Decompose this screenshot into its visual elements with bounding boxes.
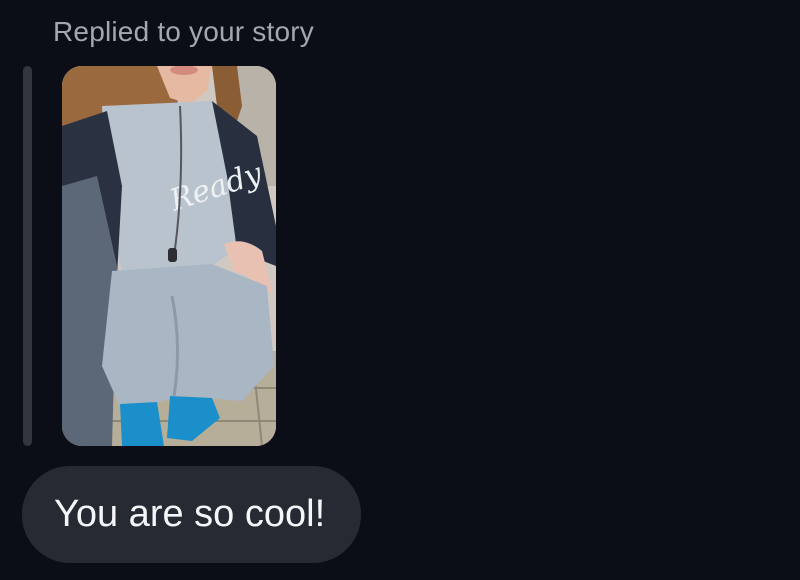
message-bubble[interactable]: You are so cool!	[22, 466, 361, 563]
story-thumbnail[interactable]: Ready	[62, 66, 276, 446]
story-photo: Ready	[62, 66, 276, 446]
replied-to-story-label: Replied to your story	[53, 16, 314, 47]
reply-quote-bar	[23, 66, 32, 446]
message-text: You are so cool!	[54, 493, 326, 535]
